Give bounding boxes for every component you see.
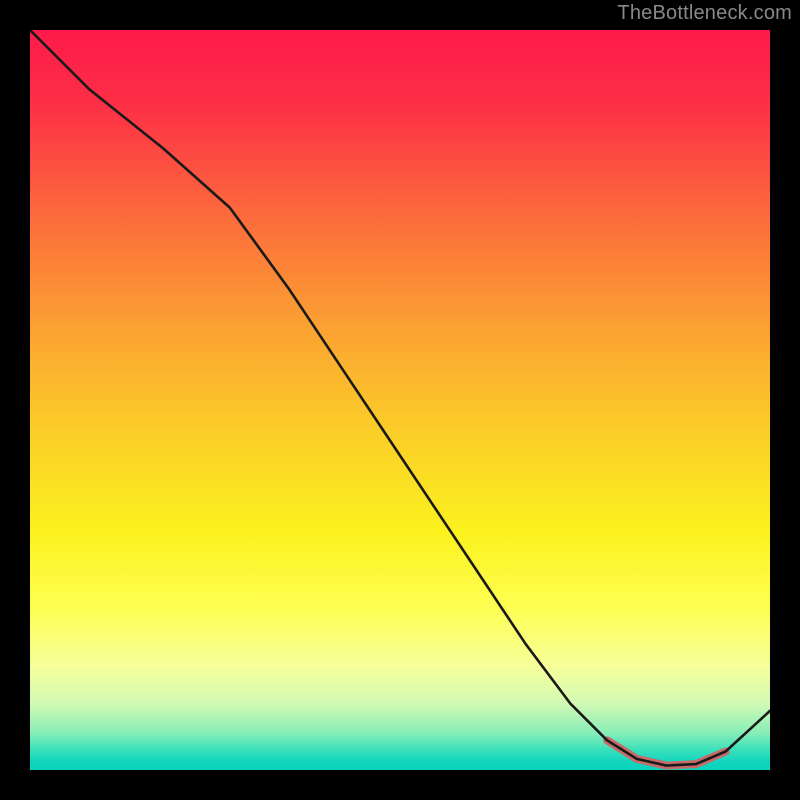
plot-area [30, 30, 770, 770]
attribution-label: TheBottleneck.com [617, 2, 792, 25]
chart-stage: TheBottleneck.com [0, 0, 800, 800]
gradient-background [30, 30, 770, 770]
bottleneck-chart [30, 30, 770, 770]
